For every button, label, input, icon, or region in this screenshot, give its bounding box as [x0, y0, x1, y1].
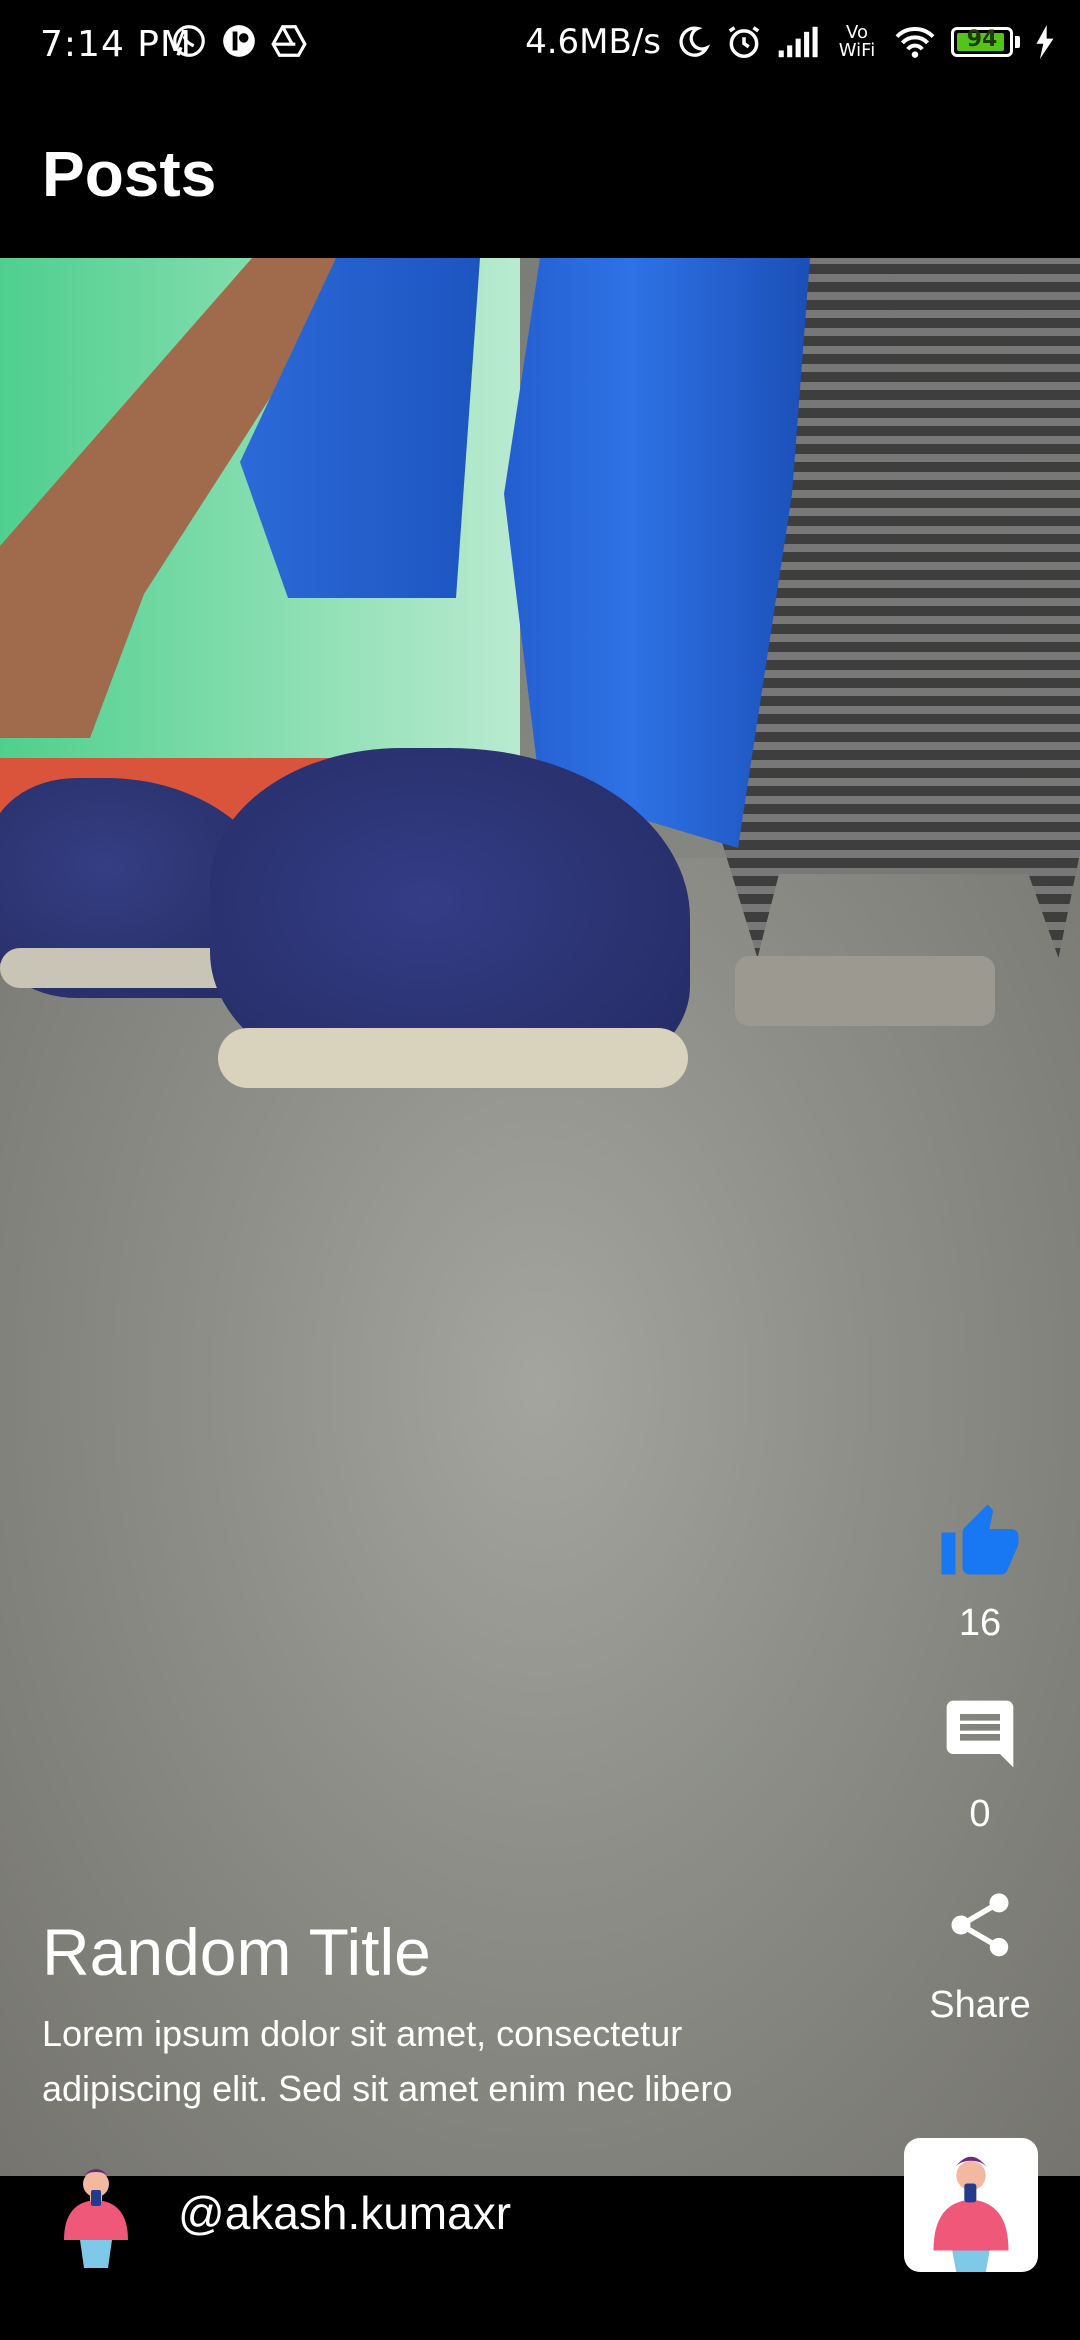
status-bar: 7:14 PM 4.6MB/s Vo WiFi 94 [0, 0, 1080, 95]
post-video[interactable] [0, 258, 1080, 2176]
battery-level: 94 [966, 27, 998, 52]
share-button[interactable] [937, 1882, 1023, 1968]
comment-icon [946, 1700, 1014, 1768]
wifi-icon [895, 27, 935, 58]
like-count: 16 [958, 1602, 1002, 1644]
vowifi-label: Vo WiFi [838, 22, 876, 61]
charging-icon [1036, 25, 1054, 59]
battery-icon: 94 [951, 27, 1013, 57]
user-avatar-icon [933, 2156, 1009, 2272]
page-title: Posts [42, 138, 217, 210]
author-avatar[interactable] [46, 2160, 146, 2270]
share-label: Share [929, 1984, 1031, 2026]
signal-icon [778, 26, 818, 58]
video-stool-foot [735, 956, 995, 1026]
like-button[interactable] [937, 1500, 1023, 1586]
notification-icons [170, 22, 308, 60]
post-caption: Random Title Lorem ipsum dolor sit amet,… [42, 1912, 842, 2116]
app-notification-icon [223, 25, 255, 57]
drive-icon [271, 25, 307, 57]
post-description: Lorem ipsum dolor sit amet, consectetur … [42, 2013, 733, 2109]
system-status: 4.6MB/s Vo WiFi 94 [525, 22, 1056, 62]
battery-nub [1015, 36, 1020, 48]
author-username[interactable]: @akash.kumaxr [178, 2186, 511, 2240]
user-avatar-icon [64, 2169, 128, 2268]
post-actions: 16 0 Share [920, 1500, 1040, 2073]
profile-button[interactable] [904, 2138, 1038, 2272]
video-shoe-right-sole [218, 1028, 688, 1088]
alarm-icon [728, 26, 760, 58]
whatsapp-icon [173, 25, 205, 57]
comment-count: 0 [969, 1793, 991, 1835]
post-title: Random Title [42, 1915, 431, 1989]
app-bar: Posts [0, 95, 1080, 258]
comment-button[interactable] [937, 1691, 1023, 1777]
moon-icon [679, 26, 711, 57]
network-speed: 4.6MB/s [525, 22, 661, 62]
share-icon [951, 1893, 1009, 1957]
thumbs-up-icon [941, 1504, 1019, 1575]
